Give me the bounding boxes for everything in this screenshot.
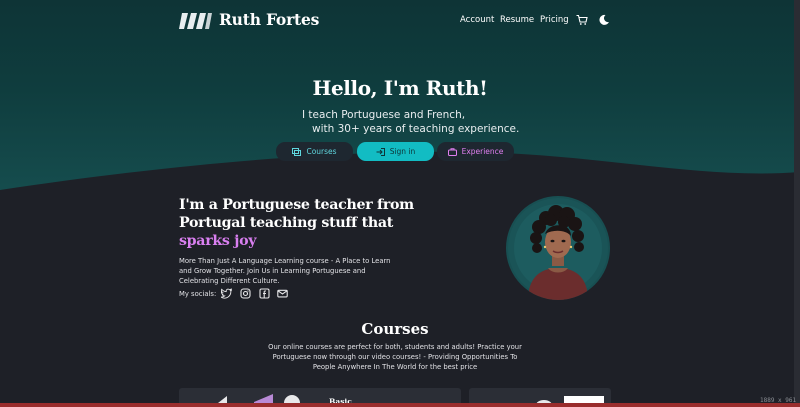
email-icon[interactable]	[277, 288, 288, 299]
courses-description: Our online courses are perfect for both,…	[268, 343, 522, 371]
hero-subtitle-line2: with 30+ years of teaching experience.	[312, 123, 520, 135]
about-heading: I'm a Portuguese teacher from Portugal t…	[179, 197, 414, 231]
viewport-size-label: 1889 x 961	[760, 397, 797, 404]
page-scrollbar[interactable]	[794, 0, 800, 407]
courses-button[interactable]: Courses	[276, 142, 353, 161]
sign-in-icon	[376, 147, 385, 156]
experience-button[interactable]: Experience	[437, 142, 514, 161]
nav-link-account[interactable]: Account	[460, 15, 494, 25]
nav-link-pricing[interactable]: Pricing	[540, 15, 569, 25]
briefcase-icon	[447, 147, 457, 156]
facebook-icon[interactable]	[259, 288, 270, 299]
courses-button-label: Courses	[306, 147, 337, 156]
cart-icon[interactable]	[576, 14, 588, 26]
avatar	[506, 196, 610, 300]
courses-heading: Courses	[361, 320, 429, 338]
nav-link-resume[interactable]: Resume	[500, 15, 534, 25]
sign-in-button[interactable]: Sign in	[357, 142, 434, 161]
about-description: More Than Just A Language Learning cours…	[179, 257, 391, 285]
sign-in-button-label: Sign in	[389, 147, 416, 156]
instagram-icon[interactable]	[240, 288, 251, 299]
experience-button-label: Experience	[461, 147, 504, 156]
twitter-icon[interactable]	[221, 288, 232, 299]
socials-label: My socials:	[179, 290, 217, 298]
bottom-edge-bar	[0, 403, 800, 407]
logo-icon[interactable]	[179, 11, 212, 31]
brand-name[interactable]: Ruth Fortes	[219, 10, 319, 29]
courses-icon	[292, 147, 302, 156]
avatar-illustration	[508, 198, 608, 300]
hero-title: Hello, I'm Ruth!	[312, 76, 488, 100]
moon-icon[interactable]	[598, 14, 610, 26]
about-heading-accent: sparks joy	[179, 233, 257, 249]
hero-subtitle-line1: I teach Portuguese and French,	[302, 109, 466, 121]
top-navbar: Ruth Fortes Account Resume Pricing	[0, 0, 800, 42]
